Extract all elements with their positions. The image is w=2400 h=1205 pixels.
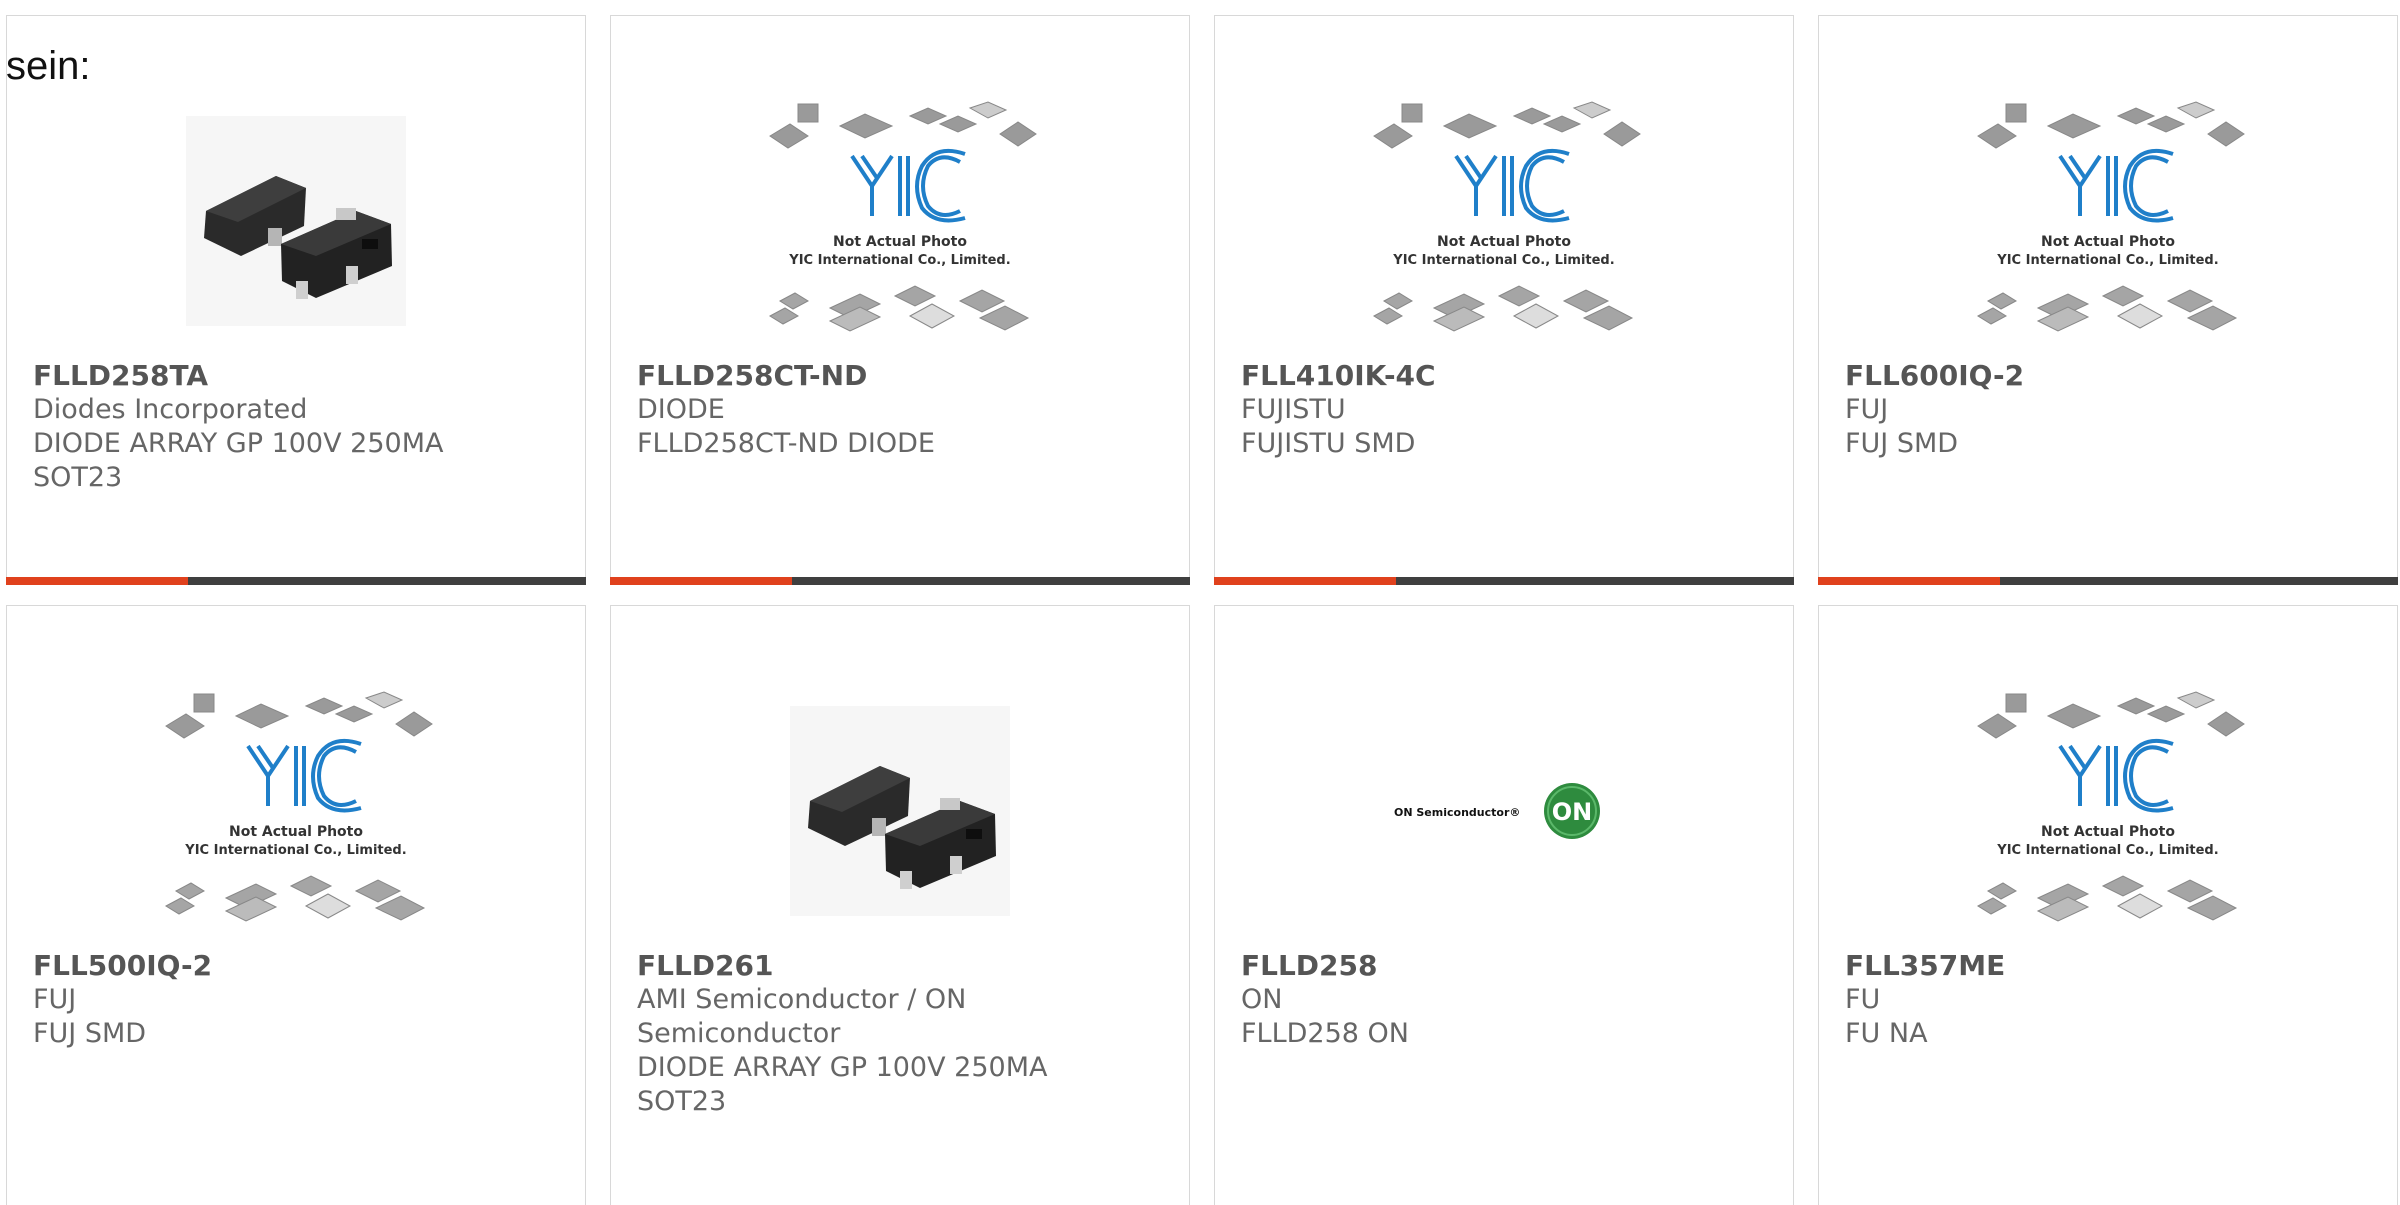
yic-caption-line1: Not Actual Photo [2041, 234, 2175, 250]
yic-caption-line1: Not Actual Photo [229, 824, 363, 840]
part-number[interactable]: FLL600IQ-2 [1845, 359, 2377, 393]
yic-caption-line1: Not Actual Photo [2041, 824, 2175, 840]
on-semi-logo: ON Semiconductor® ON [1394, 783, 1600, 839]
product-info: FLL357ME FU FU NA [1845, 949, 2377, 1051]
yic-placeholder: Not Actual Photo YIC International Co., … [768, 101, 1037, 332]
product-card[interactable]: FLLD258TA Diodes Incorporated DIODE ARRA… [6, 15, 586, 585]
part-number[interactable]: FLL410IK-4C [1241, 359, 1773, 393]
description: FLLD258 ON [1241, 1018, 1409, 1049]
card-bar [1818, 577, 2398, 585]
description: FUJ SMD [33, 1018, 147, 1049]
product-info: FLLD258 ON FLLD258 ON [1241, 949, 1773, 1051]
part-number[interactable]: FLL500IQ-2 [33, 949, 565, 983]
part-number[interactable]: FLLD258 [1241, 949, 1773, 983]
card-bar [6, 577, 586, 585]
manufacturer: FU [1845, 984, 1881, 1015]
card-bar [1214, 577, 1794, 585]
manufacturer: ON [1241, 984, 1283, 1015]
sot23-photo [186, 116, 406, 326]
yic-placeholder: Not Actual Photo YIC International Co., … [1372, 101, 1641, 332]
card-bar-accent [1214, 577, 1396, 585]
description: FLLD258CT-ND DIODE [637, 428, 935, 459]
product-card[interactable]: ON Semiconductor® ON FLLD258 ON FLLD258 … [1214, 605, 1794, 1205]
manufacturer: FUJ [33, 984, 77, 1015]
manufacturer: AMI Semiconductor / ON Semiconductor [637, 984, 967, 1049]
description: FUJISTU SMD [1241, 428, 1416, 459]
product-card[interactable]: FLLD261 AMI Semiconductor / ON Semicondu… [610, 605, 1190, 1205]
product-card[interactable]: Not Actual Photo YIC International Co., … [1818, 15, 2398, 585]
product-info: FLLD261 AMI Semiconductor / ON Semicondu… [637, 949, 1169, 1119]
product-card[interactable]: Not Actual Photo YIC International Co., … [6, 605, 586, 1205]
product-image[interactable]: Not Actual Photo YIC International Co., … [1215, 76, 1793, 366]
part-number[interactable]: FLLD258CT-ND [637, 359, 1169, 393]
yic-caption-line2: YIC International Co., Limited. [1996, 843, 2218, 858]
on-badge: ON [1552, 798, 1593, 826]
product-info: FLL500IQ-2 FUJ FUJ SMD [33, 949, 565, 1051]
manufacturer: FUJ [1845, 394, 1889, 425]
manufacturer: Diodes Incorporated [33, 394, 308, 425]
product-info: FLLD258TA Diodes Incorporated DIODE ARRA… [33, 359, 565, 495]
yic-caption-line2: YIC International Co., Limited. [788, 253, 1010, 268]
description: FUJ SMD [1845, 428, 1959, 459]
manufacturer: FUJISTU [1241, 394, 1346, 425]
product-image[interactable]: ON Semiconductor® ON [1215, 666, 1793, 956]
card-bar-accent [610, 577, 792, 585]
product-image[interactable]: Not Actual Photo YIC International Co., … [1819, 76, 2397, 366]
product-image[interactable] [611, 666, 1189, 956]
product-card[interactable]: Not Actual Photo YIC International Co., … [1818, 605, 2398, 1205]
card-bar-accent [1818, 577, 2000, 585]
on-semi-wordmark: ON Semiconductor® [1394, 806, 1520, 819]
yic-caption-line2: YIC International Co., Limited. [1996, 253, 2218, 268]
yic-caption-line1: Not Actual Photo [833, 234, 967, 250]
yic-placeholder: Not Actual Photo YIC International Co., … [1976, 101, 2245, 332]
product-info: FLL410IK-4C FUJISTU FUJISTU SMD [1241, 359, 1773, 461]
intro-text: sein: [6, 44, 91, 88]
manufacturer: DIODE [637, 394, 725, 425]
part-number[interactable]: FLLD261 [637, 949, 1169, 983]
product-info: FLL600IQ-2 FUJ FUJ SMD [1845, 359, 2377, 461]
card-bar [610, 577, 1190, 585]
card-bar-accent [6, 577, 188, 585]
yic-placeholder: Not Actual Photo YIC International Co., … [164, 691, 433, 922]
product-image[interactable]: Not Actual Photo YIC International Co., … [1819, 666, 2397, 956]
yic-caption-line2: YIC International Co., Limited. [184, 843, 406, 858]
yic-caption-line2: YIC International Co., Limited. [1392, 253, 1614, 268]
product-image[interactable]: Not Actual Photo YIC International Co., … [7, 666, 585, 956]
product-info: FLLD258CT-ND DIODE FLLD258CT-ND DIODE [637, 359, 1169, 461]
yic-caption-line1: Not Actual Photo [1437, 234, 1571, 250]
part-number[interactable]: FLL357ME [1845, 949, 2377, 983]
description: DIODE ARRAY GP 100V 250MA SOT23 [33, 428, 444, 493]
description: DIODE ARRAY GP 100V 250MA SOT23 [637, 1052, 1048, 1117]
product-image[interactable]: Not Actual Photo YIC International Co., … [611, 76, 1189, 366]
sot23-photo [790, 706, 1010, 916]
product-image[interactable] [7, 76, 585, 366]
yic-placeholder: Not Actual Photo YIC International Co., … [1976, 691, 2245, 922]
product-card[interactable]: Not Actual Photo YIC International Co., … [1214, 15, 1794, 585]
product-card[interactable]: Not Actual Photo YIC International Co., … [610, 15, 1190, 585]
part-number[interactable]: FLLD258TA [33, 359, 565, 393]
description: FU NA [1845, 1018, 1928, 1049]
